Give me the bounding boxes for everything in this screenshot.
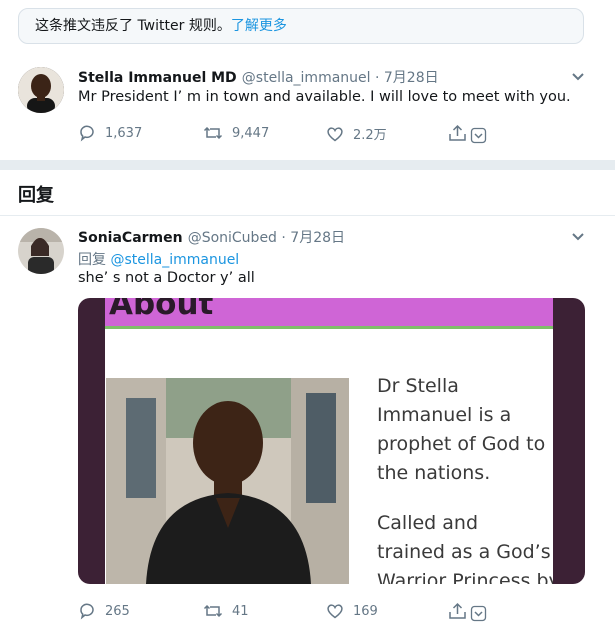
header-divider <box>0 215 615 216</box>
author-name[interactable]: SoniaCarmen <box>78 230 183 246</box>
slide-line-4: the nations. <box>377 462 491 484</box>
slide-heading: About <box>109 298 214 322</box>
notice-text: 这条推文违反了 Twitter 规则。 <box>35 18 231 34</box>
learn-more-link[interactable]: 了解更多 <box>231 18 287 34</box>
share-icon[interactable] <box>448 124 467 142</box>
author-name[interactable]: Stella Immanuel MD <box>78 70 237 86</box>
mention-link[interactable]: @stella_immanuel <box>110 252 239 268</box>
retweet-button[interactable]: 9,447 <box>203 124 269 142</box>
tweet1-text: Mr President I’ m in town and available.… <box>78 89 571 105</box>
retweet-count: 9,447 <box>232 125 270 141</box>
chevron-down-icon[interactable] <box>571 72 585 82</box>
reply-icon <box>80 603 94 620</box>
portrait-photo <box>106 378 349 584</box>
author-handle-date[interactable]: @SoniCubed · 7月28日 <box>188 230 345 246</box>
more-menu-icon[interactable] <box>470 605 487 622</box>
reply-count: 1,637 <box>105 125 143 141</box>
retweet-icon <box>203 126 223 140</box>
replies-section-title: 回复 <box>18 185 54 206</box>
slide-line-3: prophet of God to <box>377 433 546 455</box>
like-button[interactable]: 2.2万 <box>326 124 387 143</box>
reply-prefix: 回复 <box>78 252 106 268</box>
portrait-image <box>106 378 349 584</box>
tweet2-header: SoniaCarmen @SoniCubed · 7月28日 <box>78 227 345 247</box>
more-menu-icon[interactable] <box>470 127 487 144</box>
heart-icon <box>327 604 343 619</box>
avatar-image <box>18 228 64 274</box>
slide-line-7: Warrior Princess by <box>377 570 553 584</box>
slide-stripe <box>105 326 553 329</box>
reply-button[interactable]: 1,637 <box>78 124 142 142</box>
like-button[interactable]: 169 <box>326 602 378 620</box>
section-divider <box>0 160 615 170</box>
sonia-avatar[interactable] <box>18 228 64 274</box>
stella-avatar[interactable] <box>18 67 64 113</box>
retweet-icon <box>203 604 223 618</box>
like-count: 169 <box>353 603 378 619</box>
reply-button[interactable]: 265 <box>78 602 130 620</box>
retweet-count: 41 <box>232 603 249 619</box>
slide-line-6: trained as a God’s <box>377 541 551 563</box>
reply-count: 265 <box>105 603 130 619</box>
chevron-down-icon[interactable] <box>571 232 585 242</box>
rule-violation-notice: 这条推文违反了 Twitter 规则。了解更多 <box>18 8 584 44</box>
like-count: 2.2万 <box>353 128 387 143</box>
reply-context: 回复 @stella_immanuel <box>78 249 239 269</box>
slide-line-1: Dr Stella <box>377 375 459 397</box>
reply-icon <box>80 125 94 142</box>
tweet1-header: Stella Immanuel MD @stella_immanuel · 7月… <box>78 67 439 87</box>
retweet-button[interactable]: 41 <box>203 602 249 620</box>
author-handle-date[interactable]: @stella_immanuel · 7月28日 <box>242 70 439 86</box>
tweet-image[interactable]: About Dr Stella Immanuel is a prophet of… <box>78 298 585 584</box>
heart-icon <box>327 126 343 141</box>
slide-line-5: Called and <box>377 512 479 534</box>
slide-line-2: Immanuel is a <box>377 404 512 426</box>
tweet2-text: she’ s not a Doctor y’ all <box>78 270 255 286</box>
slide-image: About Dr Stella Immanuel is a prophet of… <box>105 298 553 584</box>
avatar-image <box>18 67 64 113</box>
share-icon[interactable] <box>448 602 467 620</box>
